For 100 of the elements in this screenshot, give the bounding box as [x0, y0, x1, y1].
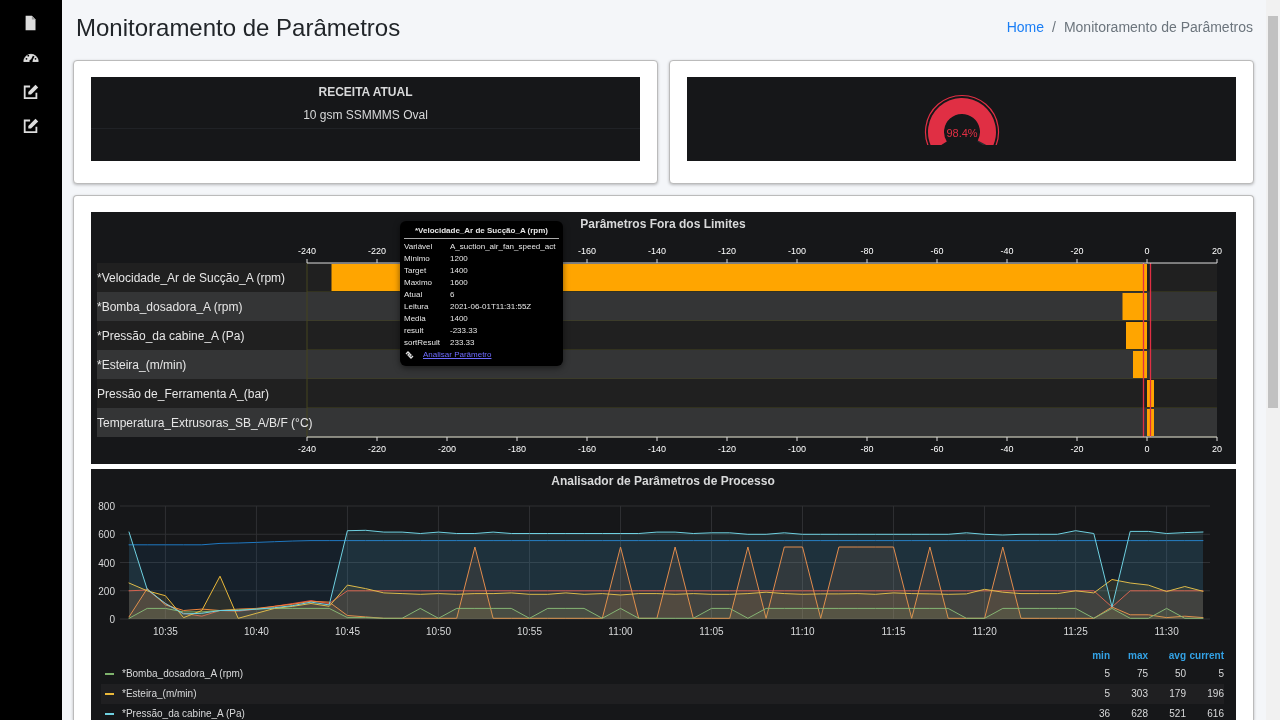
breadcrumb-current: Monitoramento de Parâmetros	[1063, 18, 1253, 37]
axis-label: -120	[718, 245, 736, 256]
axis-label: 800	[98, 500, 115, 512]
tooltip-label: Atual	[404, 288, 424, 301]
axis-label: 0	[1144, 443, 1150, 454]
legend-label[interactable]: *Esteira_(m/min)	[122, 686, 1072, 702]
column-header[interactable]: current	[1186, 647, 1224, 663]
legend-value: 36	[1097, 707, 1110, 720]
axis-label: -240	[298, 443, 316, 454]
breadcrumb-link[interactable]: Home	[1006, 17, 1044, 38]
axis-label: 10:40	[243, 625, 269, 637]
tooltip-label: Media	[404, 312, 427, 325]
tooltip-title: *Velocidade_Ar de Sucção_A (rpm)	[404, 224, 559, 239]
axis-label: -240	[298, 245, 316, 256]
axis-label: 0	[109, 613, 115, 625]
link-icon	[405, 350, 414, 359]
axis-label: -220	[368, 245, 386, 256]
column-header[interactable]: max	[1110, 647, 1148, 663]
axis-label: 11:25	[1063, 625, 1088, 637]
tooltip-value: 1600	[450, 276, 468, 289]
axis-label: -200	[438, 443, 456, 454]
legend-value: 303	[1130, 687, 1148, 702]
category-label: *Pressão_da cabine_A (Pa)	[97, 328, 245, 343]
axis-label: 11:30	[1154, 625, 1179, 637]
legend-label[interactable]: *Pressão_da cabine_A (Pa)	[122, 706, 1072, 720]
scrollbar-thumb[interactable]	[1268, 16, 1278, 408]
legend-label[interactable]: *Bomba_dosadora_A (rpm)	[122, 666, 1072, 682]
axis-label: -60	[930, 443, 944, 454]
tooltip-value: 1400	[450, 312, 468, 325]
tooltip-value: 2021-06-01T11:31:55Z	[450, 300, 532, 313]
axis-label: 10:45	[334, 625, 360, 637]
tooltip-label: Target	[404, 264, 428, 277]
axis-label: -160	[578, 443, 596, 454]
axis-label: 0	[1144, 245, 1150, 256]
recipe-value: 10 gsm SSMMMS Oval	[91, 101, 640, 129]
tooltip-value: 1400	[450, 264, 468, 277]
tooltip-value: 233.33	[450, 336, 475, 349]
axis-label: -40	[1000, 443, 1014, 454]
axis-label: 10:50	[425, 625, 451, 637]
axis-label: 11:20	[972, 625, 997, 637]
tooltip-label: Maximo	[404, 276, 433, 289]
axis-label: -80	[860, 245, 874, 256]
legend-value: 75	[1135, 667, 1148, 682]
axis-label: -100	[788, 245, 806, 256]
axis-label: -140	[648, 443, 666, 454]
chart-title: Analisador de Parâmetros de Processo	[551, 473, 775, 488]
axis-label: -120	[718, 443, 736, 454]
category-label: *Velocidade_Ar de Sucção_A (rpm)	[97, 270, 286, 285]
chart-title: Parâmetros Fora dos Limites	[580, 216, 746, 231]
axis-label: -20	[1070, 443, 1084, 454]
axis-label: -140	[648, 245, 666, 256]
legend-value: 521	[1168, 707, 1186, 720]
legend-value: 616	[1206, 707, 1224, 720]
tooltip-value: A_suction_air_fan_speed_act	[450, 240, 556, 253]
axis-label: 11:15	[881, 625, 906, 637]
legend-value: 50	[1173, 667, 1186, 682]
tooltip-value: 1200	[450, 252, 468, 265]
axis-label: 11:10	[790, 625, 815, 637]
axis-label: 11:00	[608, 625, 633, 637]
axis-label: 11:05	[699, 625, 724, 637]
axis-label: 200	[98, 585, 115, 597]
legend-value: 5	[1103, 687, 1110, 702]
tooltip-label: Variável	[404, 240, 434, 253]
axis-label: 10:55	[516, 625, 542, 637]
tooltip-label: Leitura	[404, 300, 430, 313]
analyze-link[interactable]: Analisar Parâmetro	[423, 348, 492, 361]
axis-label: -40	[1000, 245, 1014, 256]
tooltip-label: Minimo	[404, 252, 431, 265]
axis-label: 20	[1212, 443, 1222, 454]
legend-value: 196	[1206, 687, 1224, 702]
legend-value: 5	[1103, 667, 1110, 682]
column-header[interactable]: avg	[1148, 647, 1186, 663]
edit-icon[interactable]	[22, 82, 40, 100]
axis-label: 400	[98, 557, 115, 569]
category-label: *Esteira_(m/min)	[97, 357, 187, 372]
axis-label: 20	[1212, 245, 1222, 256]
legend-value: 5	[1217, 667, 1224, 682]
tooltip-label: result	[404, 324, 425, 337]
page-title: Monitoramento de Parâmetros	[76, 14, 401, 43]
gauge-value: 98.4%	[945, 126, 978, 139]
recipe-heading: RECEITA ATUAL	[317, 83, 414, 101]
axis-label: -80	[860, 443, 874, 454]
scrollbar[interactable]	[1266, 0, 1280, 720]
legend-value: 179	[1168, 687, 1186, 702]
axis-label: -160	[578, 245, 596, 256]
breadcrumb-separator: /	[1052, 18, 1056, 37]
legend-value: 628	[1130, 707, 1148, 720]
column-header[interactable]: min	[1072, 647, 1110, 663]
category-label: *Bomba_dosadora_A (rpm)	[97, 299, 243, 314]
edit-icon[interactable]	[22, 116, 40, 134]
axis-label: -60	[930, 245, 944, 256]
category-label: Pressão de_Ferramenta A_(bar)	[97, 386, 270, 401]
tooltip-label: sortResult	[404, 336, 441, 349]
tooltip-value: 6	[450, 288, 455, 301]
axis-label: 10:35	[152, 625, 178, 637]
axis-label: -180	[508, 443, 526, 454]
axis-label: -20	[1070, 245, 1084, 256]
axis-label: -100	[788, 443, 806, 454]
tooltip-value: -233.33	[450, 324, 478, 337]
axis-label: -220	[368, 443, 386, 454]
